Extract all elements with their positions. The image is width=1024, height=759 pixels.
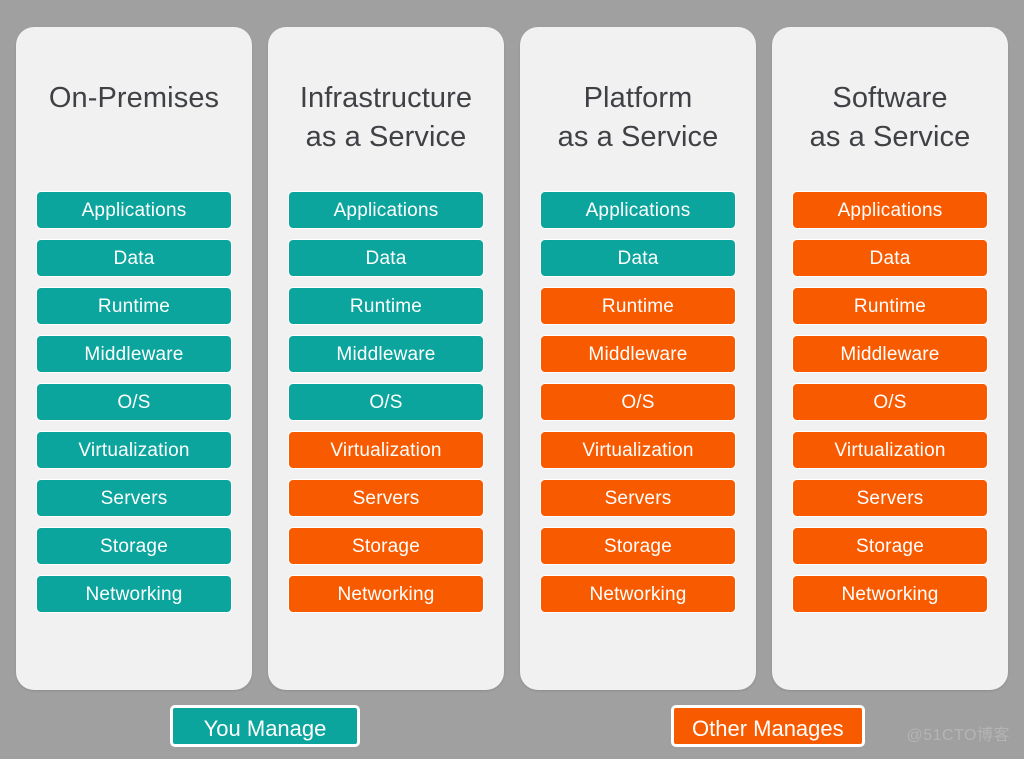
- column-title-line1: On-Premises: [48, 82, 220, 114]
- layer-stack-platform-as-a-service: Applications Data Runtime Middleware O/S Virt…: [540, 191, 736, 613]
- layer-box[interactable]: Middleware: [36, 335, 232, 373]
- layer-box[interactable]: Runtime: [792, 287, 988, 325]
- layer-box[interactable]: Networking: [36, 575, 232, 613]
- column-title-line1: Platform: [583, 82, 693, 114]
- layer-box[interactable]: Virtualization: [36, 431, 232, 469]
- layer-box[interactable]: Runtime: [540, 287, 736, 325]
- layer-box[interactable]: Networking: [288, 575, 484, 613]
- column-title-line1: Infrastructure: [299, 82, 473, 114]
- layer-box[interactable]: Runtime: [36, 287, 232, 325]
- layer-box[interactable]: Servers: [540, 479, 736, 517]
- layer-box[interactable]: Networking: [540, 575, 736, 613]
- layer-box[interactable]: Middleware: [540, 335, 736, 373]
- layer-stack-on-premises: Applications Data Runtime Middleware O/S Virt…: [36, 191, 232, 613]
- column-title-software-as-a-service: Software as a Service: [788, 79, 992, 161]
- layer-box[interactable]: O/S: [288, 383, 484, 421]
- layer-box[interactable]: Middleware: [792, 335, 988, 373]
- watermark: @51CTO博客: [906, 727, 1010, 744]
- column-infrastructure-as-a-service: Infrastructure as a Service Applications Da…: [268, 27, 504, 690]
- layer-box[interactable]: O/S: [540, 383, 736, 421]
- column-title-line2: as a Service: [305, 121, 467, 154]
- layer-box[interactable]: Runtime: [288, 287, 484, 325]
- column-title-line1: Software: [832, 82, 948, 114]
- legend: You Manage Other Manages: [0, 705, 1024, 751]
- layer-box[interactable]: Middleware: [288, 335, 484, 373]
- layer-box[interactable]: Servers: [36, 479, 232, 517]
- layer-box[interactable]: O/S: [792, 383, 988, 421]
- column-software-as-a-service: Software as a Service Applications Data Runt…: [772, 27, 1008, 690]
- layer-box[interactable]: Storage: [540, 527, 736, 565]
- layer-box[interactable]: Networking: [792, 575, 988, 613]
- column-platform-as-a-service: Platform as a Service Applications Data Runt…: [520, 27, 756, 690]
- column-title-line2: as a Service: [809, 121, 971, 154]
- layer-box[interactable]: Virtualization: [540, 431, 736, 469]
- layer-box[interactable]: Storage: [792, 527, 988, 565]
- layer-stack-software-as-a-service: Applications Data Runtime Middleware O/S Virt…: [792, 191, 988, 613]
- column-title-infrastructure-as-a-service: Infrastructure as a Service: [284, 79, 488, 161]
- layer-box[interactable]: Applications: [540, 191, 736, 229]
- layer-box[interactable]: Applications: [288, 191, 484, 229]
- column-title-line2: as a Service: [557, 121, 719, 154]
- layer-box[interactable]: Applications: [36, 191, 232, 229]
- legend-you-manage[interactable]: You Manage: [170, 705, 360, 747]
- layer-box[interactable]: Storage: [288, 527, 484, 565]
- layer-stack-infrastructure-as-a-service: Applications Data Runtime Middleware O/S Virt…: [288, 191, 484, 613]
- legend-other-manages[interactable]: Other Manages: [671, 705, 865, 747]
- diagram-canvas: On-Premises Applications Data Runtime Middle…: [0, 0, 1024, 759]
- layer-box[interactable]: Virtualization: [792, 431, 988, 469]
- layer-box[interactable]: Data: [792, 239, 988, 277]
- layer-box[interactable]: Storage: [36, 527, 232, 565]
- column-title-platform-as-a-service: Platform as a Service: [536, 79, 740, 161]
- column-on-premises: On-Premises Applications Data Runtime Middle…: [16, 27, 252, 690]
- layer-box[interactable]: Data: [540, 239, 736, 277]
- layer-box[interactable]: Applications: [792, 191, 988, 229]
- layer-box[interactable]: Servers: [792, 479, 988, 517]
- layer-box[interactable]: O/S: [36, 383, 232, 421]
- layer-box[interactable]: Servers: [288, 479, 484, 517]
- layer-box[interactable]: Data: [288, 239, 484, 277]
- column-title-on-premises: On-Premises: [32, 79, 236, 161]
- layer-box[interactable]: Data: [36, 239, 232, 277]
- service-model-columns: On-Premises Applications Data Runtime Middle…: [0, 0, 1024, 693]
- layer-box[interactable]: Virtualization: [288, 431, 484, 469]
